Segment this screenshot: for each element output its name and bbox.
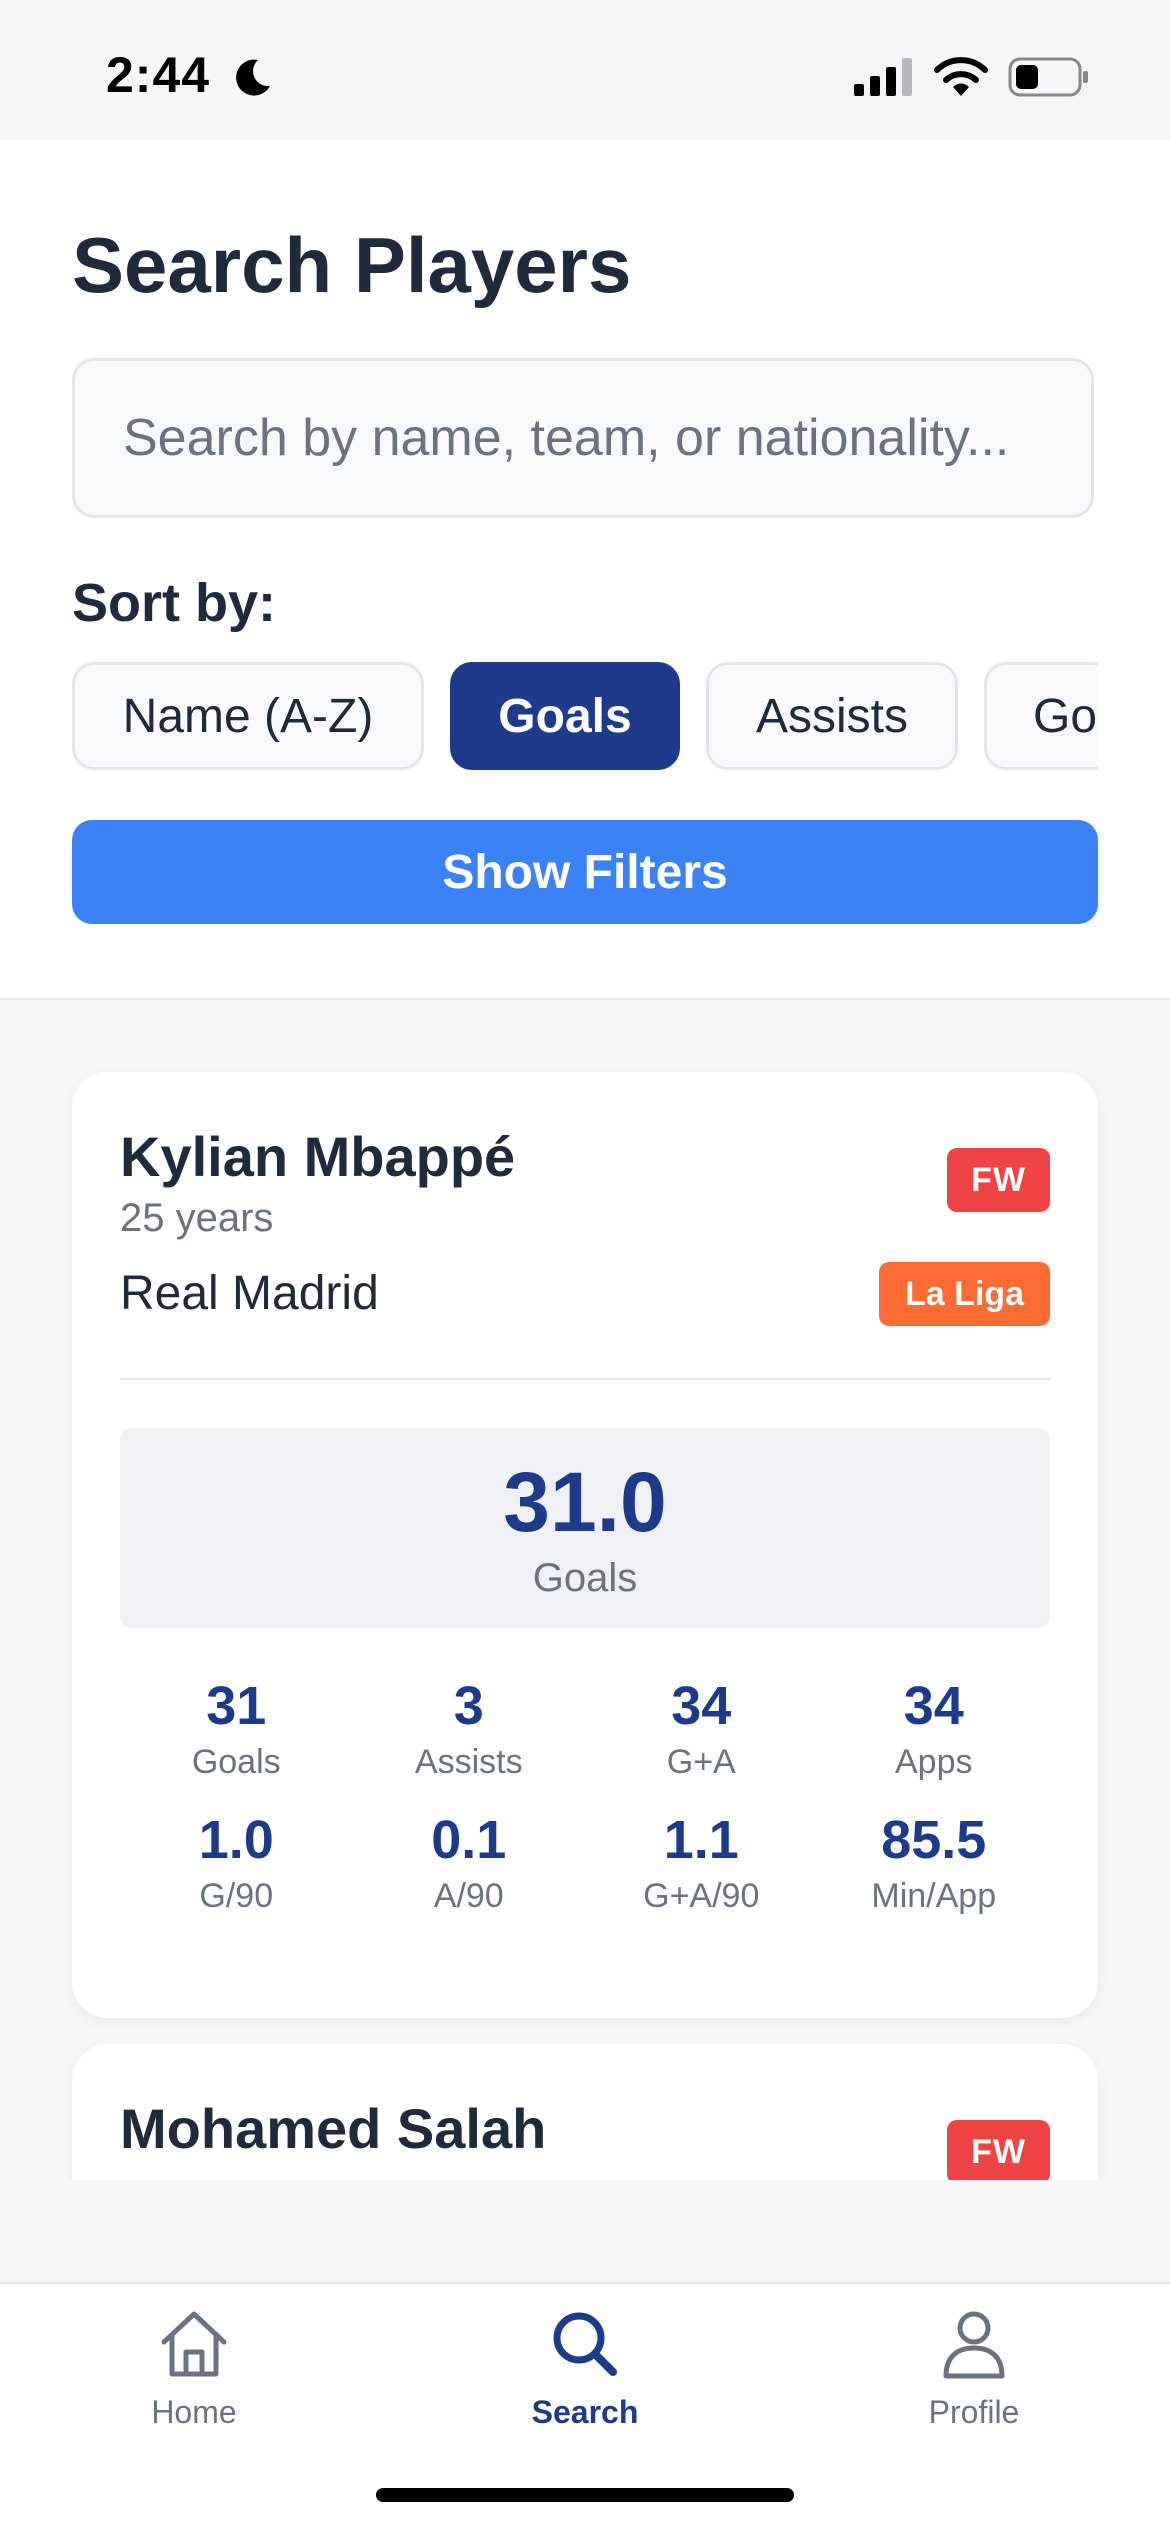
stat-value: 1.1	[663, 1810, 739, 1870]
show-filters-button[interactable]: Show Filters	[72, 820, 1098, 924]
player-team: Real Madrid	[120, 1267, 379, 1320]
sort-label: Sort by:	[72, 573, 277, 633]
card-divider	[120, 1378, 1050, 1380]
tab-label: Search	[531, 2394, 639, 2430]
profile-icon	[943, 2311, 1005, 2379]
player-name: Kylian Mbappé	[120, 1125, 516, 1188]
search-field[interactable]	[72, 358, 1094, 518]
stat-value: 34	[671, 1676, 732, 1736]
stat-label: Apps	[895, 1743, 973, 1781]
tab-profile[interactable]: Profile	[844, 2304, 1104, 2454]
sort-chip-goals-per-90[interactable]: Go	[984, 662, 1098, 770]
stat-apps: 34 Apps	[818, 1676, 1051, 1784]
stat-goals-assists: 34 G+A	[585, 1676, 818, 1784]
home-icon	[161, 2311, 227, 2377]
stat-value: 34	[903, 1676, 964, 1736]
status-bar: 2:44	[0, 0, 1170, 140]
stat-goals-per-90: 1.0 G/90	[120, 1810, 353, 1918]
highlight-label: Goals	[532, 1556, 638, 1600]
stat-value: 31	[206, 1676, 267, 1736]
player-name: Mohamed Salah	[120, 2097, 547, 2160]
tab-search[interactable]: Search	[455, 2304, 715, 2454]
stat-label: G+A	[666, 1743, 736, 1781]
stats-grid: 31 Goals 3 Assists 34 G+A 34 Apps 1.0 G/…	[120, 1676, 1050, 1918]
highlight-stat: 31.0 Goals	[120, 1428, 1050, 1628]
player-age: 25 years	[120, 1196, 274, 1240]
player-card[interactable]: Kylian Mbappé 25 years Real Madrid FW La…	[72, 1072, 1098, 2018]
tab-label: Profile	[928, 2394, 1020, 2430]
stat-label: Min/App	[871, 1877, 997, 1915]
stat-value: 1.0	[198, 1810, 274, 1870]
sort-chip-goals[interactable]: Goals	[450, 662, 680, 770]
player-list[interactable]: Kylian Mbappé 25 years Real Madrid FW La…	[0, 1000, 1170, 2180]
stat-label: Assists	[414, 1743, 523, 1781]
moon-icon	[236, 59, 270, 96]
status-time: 2:44	[106, 47, 211, 103]
search-header: Search Players Sort by: Name (A-Z) Goals…	[0, 140, 1170, 1000]
tab-home[interactable]: Home	[64, 2304, 324, 2454]
league-badge: La Liga	[878, 1262, 1050, 1326]
home-indicator[interactable]	[376, 2488, 794, 2502]
stat-goals: 31 Goals	[120, 1676, 353, 1784]
highlight-value: 31.0	[503, 1455, 667, 1549]
search-icon	[553, 2312, 617, 2376]
stat-assists-per-90: 0.1 A/90	[353, 1810, 586, 1918]
stat-label: G/90	[199, 1877, 274, 1915]
stat-min-per-app: 85.5 Min/App	[818, 1810, 1051, 1918]
tab-label: Home	[151, 2394, 237, 2430]
search-input[interactable]	[75, 361, 1091, 515]
stat-label: A/90	[433, 1877, 504, 1915]
stat-label: Goals	[191, 1743, 281, 1781]
stat-assists: 3 Assists	[353, 1676, 586, 1784]
sort-chip-name[interactable]: Name (A-Z)	[72, 662, 424, 770]
stat-value: 3	[453, 1676, 484, 1736]
position-badge: FW	[947, 1148, 1050, 1212]
stat-ga-per-90: 1.1 G+A/90	[585, 1810, 818, 1918]
stat-label: G+A/90	[643, 1877, 760, 1915]
sort-chip-assists[interactable]: Assists	[706, 662, 958, 770]
battery-icon	[1008, 57, 1088, 97]
stat-value: 0.1	[431, 1810, 507, 1870]
position-badge: FW	[947, 2120, 1050, 2180]
wifi-icon	[934, 57, 988, 96]
signal-icon	[854, 58, 912, 96]
page-title: Search Players	[72, 221, 632, 309]
sort-options: Name (A-Z) Goals Assists Go	[72, 662, 1098, 774]
stat-value: 85.5	[881, 1810, 987, 1870]
player-card[interactable]: Mohamed Salah FW	[72, 2044, 1098, 2180]
